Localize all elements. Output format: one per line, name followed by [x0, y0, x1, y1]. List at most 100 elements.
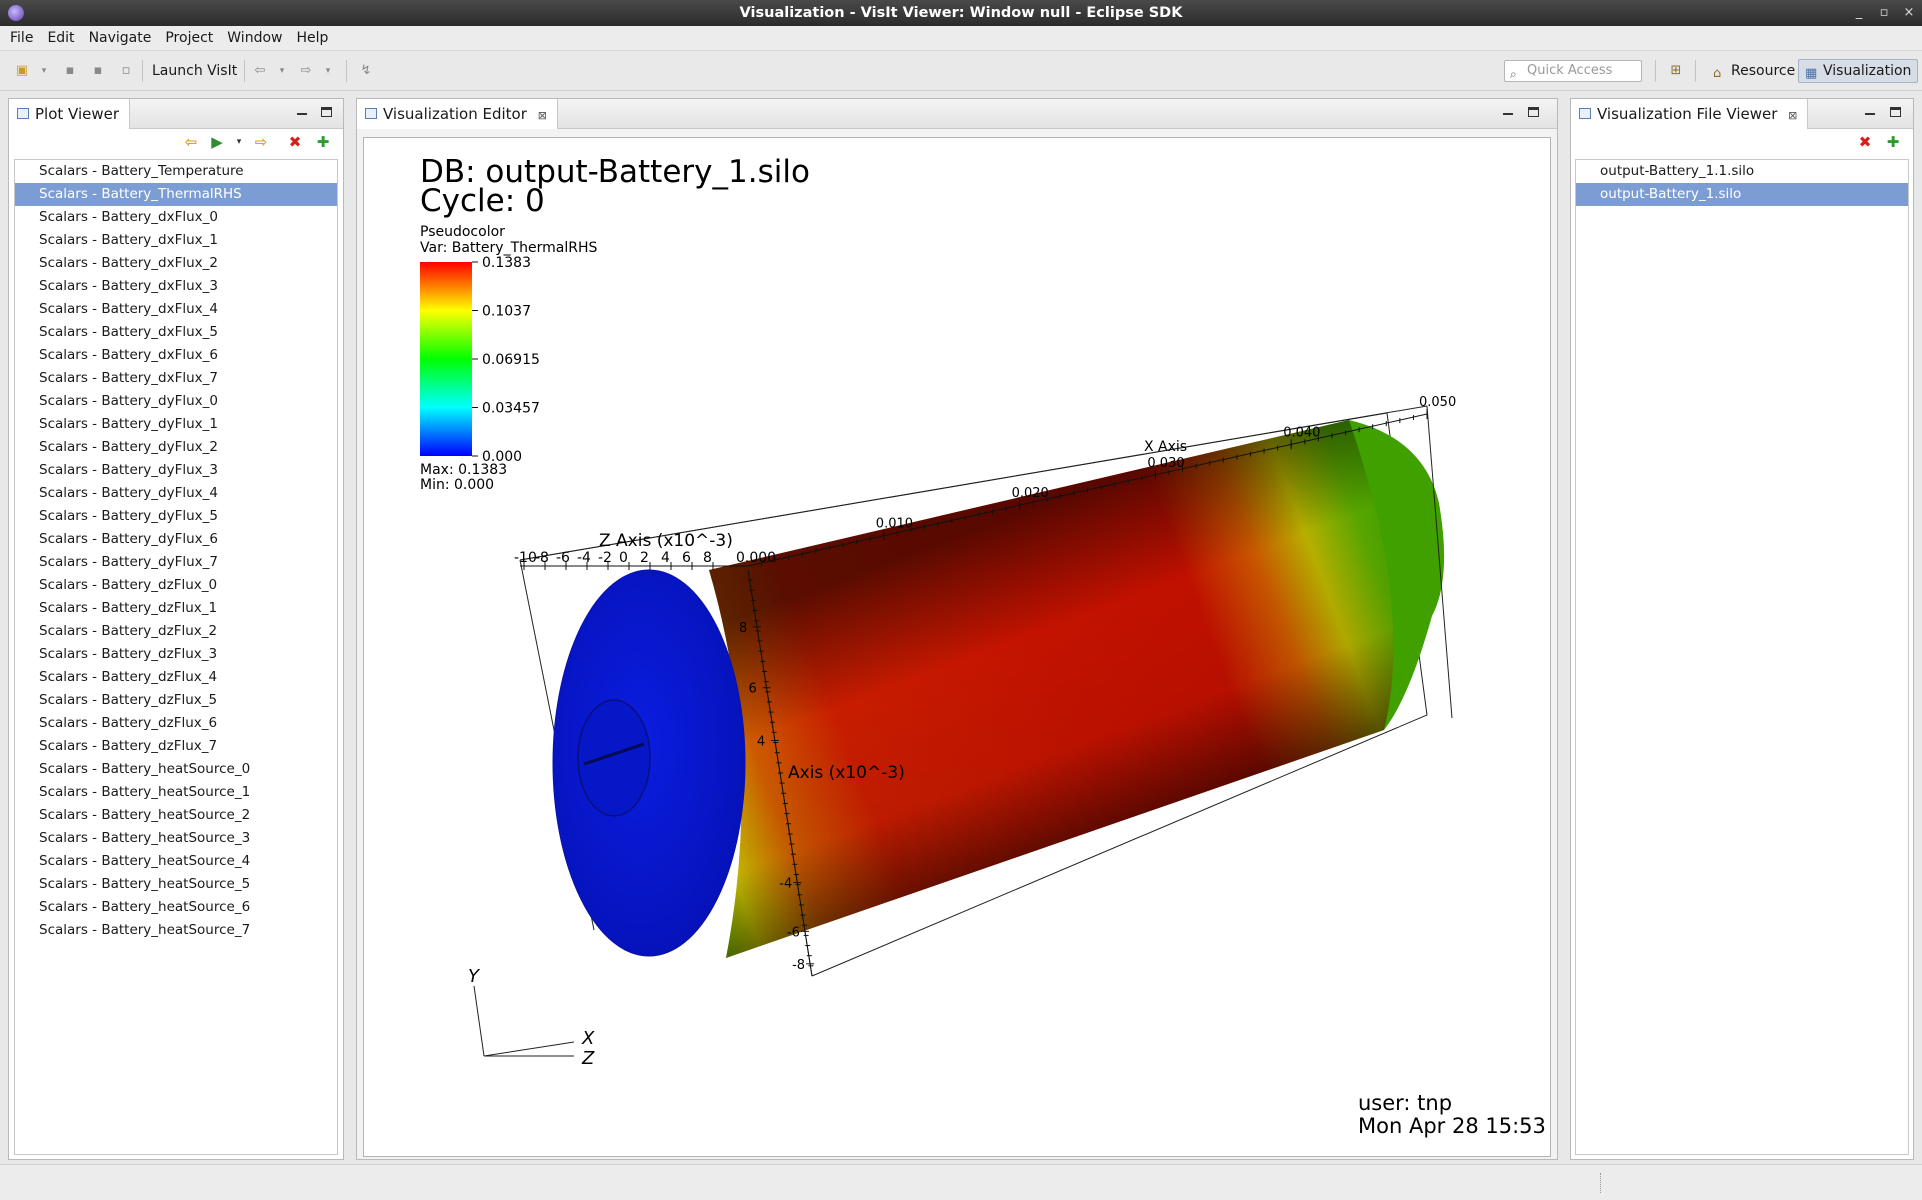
perspective-visualization-button[interactable]: ▦ Visualization [1798, 59, 1919, 83]
perspective-resource-button[interactable]: ⌂ Resource [1706, 59, 1802, 83]
play-dropdown-icon[interactable]: ▾ [231, 134, 247, 150]
toolbar-separator [346, 60, 347, 82]
launch-visit-button[interactable]: Launch VisIt [152, 61, 237, 81]
menu-navigate[interactable]: Navigate [82, 26, 159, 51]
menu-edit[interactable]: Edit [40, 26, 81, 51]
plot-list-item[interactable]: Scalars - Battery_dyFlux_6 [15, 528, 337, 551]
plot-list-item[interactable]: Scalars - Battery_dyFlux_3 [15, 459, 337, 482]
visualization-perspective-icon: ▦ [1805, 66, 1818, 81]
tab-plot-viewer[interactable]: Plot Viewer [9, 99, 131, 129]
plot-list-item[interactable]: Scalars - Battery_Temperature [15, 160, 337, 183]
plot-list-item[interactable]: Scalars - Battery_heatSource_3 [15, 827, 337, 850]
plot-list-item[interactable]: Scalars - Battery_dyFlux_5 [15, 505, 337, 528]
add-file-icon[interactable]: ✚ [1885, 134, 1901, 150]
menu-help[interactable]: Help [289, 26, 335, 51]
play-icon[interactable]: ▶ [209, 134, 225, 150]
editor-icon [365, 108, 377, 119]
z-axis-tick-label: -8 [535, 550, 549, 566]
legend-ticks: 0.13830.10370.069150.034570.000 [472, 255, 540, 465]
visit-render-canvas[interactable]: DB: output-Battery_1.silo Cycle: 0 Pseud… [364, 138, 1551, 1157]
tab-visualization-file-viewer[interactable]: Visualization File Viewer ⊠ [1571, 99, 1809, 129]
open-perspective-icon[interactable]: ⊞ [1668, 63, 1684, 79]
plot-list-item[interactable]: Scalars - Battery_dzFlux_7 [15, 735, 337, 758]
plot-list-item[interactable]: Scalars - Battery_dyFlux_7 [15, 551, 337, 574]
plot-list-item[interactable]: Scalars - Battery_dzFlux_2 [15, 620, 337, 643]
tab-visualization-editor[interactable]: Visualization Editor ⊠ [357, 99, 558, 129]
menu-project[interactable]: Project [158, 26, 220, 51]
legend-tick-label: 0.1383 [482, 255, 531, 271]
close-tab-icon[interactable]: ⊠ [1788, 109, 1797, 122]
file-list-item[interactable]: output-Battery_1.silo [1576, 183, 1908, 206]
plot-list-item[interactable]: Scalars - Battery_heatSource_2 [15, 804, 337, 827]
plot-list-item[interactable]: Scalars - Battery_dxFlux_6 [15, 344, 337, 367]
x-axis-tick-label: 0.050 [1419, 395, 1456, 410]
back-dropdown-icon[interactable]: ▾ [274, 63, 290, 79]
user-annotation: user: tnp [1358, 1091, 1452, 1115]
forward-dropdown-icon[interactable]: ▾ [320, 63, 336, 79]
save-all-icon[interactable]: ▪ [90, 63, 106, 79]
minimize-window-icon[interactable]: _ [1848, 0, 1870, 26]
plot-viewer-toolbar: ⇦ ▶ ▾ ⇨ ✖ ✚ [9, 131, 343, 153]
eclipse-app-icon [8, 5, 24, 21]
delete-plot-icon[interactable]: ✖ [287, 134, 303, 150]
previous-arrow-icon[interactable]: ⇦ [183, 134, 199, 150]
maximize-panel-icon[interactable] [321, 107, 332, 117]
plot-list-item[interactable]: Scalars - Battery_dxFlux_0 [15, 206, 337, 229]
plot-list-item[interactable]: Scalars - Battery_dzFlux_1 [15, 597, 337, 620]
plot-list-item[interactable]: Scalars - Battery_dxFlux_7 [15, 367, 337, 390]
menu-window[interactable]: Window [220, 26, 289, 51]
maximize-panel-icon[interactable] [1890, 107, 1901, 117]
date-annotation: Mon Apr 28 15:53 [1358, 1114, 1546, 1138]
plot-list-item[interactable]: Scalars - Battery_dyFlux_0 [15, 390, 337, 413]
file-list-item[interactable]: output-Battery_1.1.silo [1576, 160, 1908, 183]
minimize-panel-icon[interactable] [1503, 109, 1513, 115]
next-arrow-icon[interactable]: ⇨ [253, 134, 269, 150]
forward-icon[interactable]: ⇨ [298, 63, 314, 79]
perspective-resource-label: Resource [1731, 63, 1796, 79]
quick-access-input[interactable]: ⌕ Quick Access [1504, 60, 1642, 82]
back-icon[interactable]: ⇦ [252, 63, 268, 79]
plot-list-item[interactable]: Scalars - Battery_dzFlux_3 [15, 643, 337, 666]
plot-list-item[interactable]: Scalars - Battery_dxFlux_2 [15, 252, 337, 275]
new-dropdown-icon[interactable]: ▾ [36, 63, 52, 79]
remove-file-icon[interactable]: ✖ [1857, 134, 1873, 150]
close-window-icon[interactable]: × [1898, 0, 1920, 26]
y-axis-tick-label: 8 [739, 621, 747, 636]
z-axis-title: Z Axis (x10^-3) [599, 531, 733, 551]
plot-list-item[interactable]: Scalars - Battery_dxFlux_4 [15, 298, 337, 321]
minimize-panel-icon[interactable] [297, 109, 307, 115]
maximize-window-icon[interactable]: ▫ [1873, 0, 1895, 26]
plot-list-item[interactable]: Scalars - Battery_dzFlux_0 [15, 574, 337, 597]
plot-list-item[interactable]: Scalars - Battery_dzFlux_4 [15, 666, 337, 689]
menu-file[interactable]: File [0, 26, 40, 51]
save-icon[interactable]: ▪ [62, 63, 78, 79]
view-icon [17, 108, 29, 119]
status-bar [0, 1164, 1922, 1200]
plot-list-item[interactable]: Scalars - Battery_dxFlux_3 [15, 275, 337, 298]
z-axis-ticks: -10-8 -6 -4 -2 0 2 4 6 8 [514, 550, 714, 570]
plot-list-item[interactable]: Scalars - Battery_heatSource_5 [15, 873, 337, 896]
x-axis-title: X Axis [1144, 439, 1187, 455]
minimize-panel-icon[interactable] [1865, 109, 1875, 115]
z-axis-tick-label: 8 [703, 550, 712, 566]
plot-list-item[interactable]: Scalars - Battery_ThermalRHS [15, 183, 337, 206]
add-plot-icon[interactable]: ✚ [315, 134, 331, 150]
close-tab-icon[interactable]: ⊠ [538, 109, 547, 122]
plot-list-item[interactable]: Scalars - Battery_heatSource_1 [15, 781, 337, 804]
maximize-panel-icon[interactable] [1528, 107, 1539, 117]
print-icon[interactable]: ▫ [118, 63, 134, 79]
pin-editor-icon[interactable]: ↯ [358, 63, 374, 79]
plot-list-item[interactable]: Scalars - Battery_dxFlux_5 [15, 321, 337, 344]
plot-list-item[interactable]: Scalars - Battery_dyFlux_1 [15, 413, 337, 436]
plot-list-item[interactable]: Scalars - Battery_dzFlux_5 [15, 689, 337, 712]
plot-list-item[interactable]: Scalars - Battery_dyFlux_4 [15, 482, 337, 505]
plot-list-item[interactable]: Scalars - Battery_heatSource_7 [15, 919, 337, 942]
new-file-icon[interactable]: ▣ [14, 63, 30, 79]
plot-list-item[interactable]: Scalars - Battery_heatSource_6 [15, 896, 337, 919]
visit-render-window[interactable]: DB: output-Battery_1.silo Cycle: 0 Pseud… [363, 137, 1551, 1157]
plot-list-item[interactable]: Scalars - Battery_dzFlux_6 [15, 712, 337, 735]
plot-list-item[interactable]: Scalars - Battery_dxFlux_1 [15, 229, 337, 252]
plot-list-item[interactable]: Scalars - Battery_heatSource_4 [15, 850, 337, 873]
plot-list-item[interactable]: Scalars - Battery_dyFlux_2 [15, 436, 337, 459]
plot-list-item[interactable]: Scalars - Battery_heatSource_0 [15, 758, 337, 781]
